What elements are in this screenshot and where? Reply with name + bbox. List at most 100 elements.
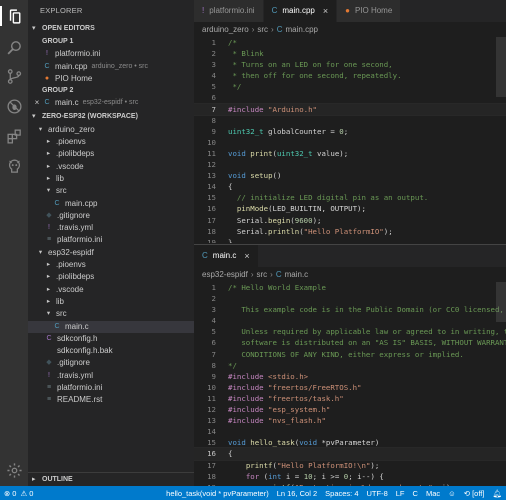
line-text: #include "freertos/task.h"	[218, 393, 344, 404]
code-line: 1 /*	[194, 37, 506, 48]
chevron-right-icon: ▸	[46, 150, 51, 158]
tree-item-label: .travis.yml	[57, 370, 93, 380]
editor-tab[interactable]: Cmain.cpp ×	[263, 0, 338, 22]
settings-gear-icon[interactable]	[4, 460, 24, 480]
files-icon[interactable]	[0, 6, 28, 26]
explorer-title: EXPLORER	[40, 6, 83, 15]
platform-mode[interactable]: Mac	[422, 486, 444, 500]
folder-item[interactable]: ▸ .pioenvs	[28, 136, 194, 148]
debug-icon[interactable]	[4, 96, 24, 116]
extensions-icon[interactable]	[4, 126, 24, 146]
close-icon[interactable]: ×	[244, 245, 249, 267]
code-token: void	[299, 438, 318, 448]
open-editors-header[interactable]: ▾ OPEN EDITORS	[28, 22, 194, 36]
file-item[interactable]: Cmain.c	[28, 320, 194, 333]
code-token: uint32_t	[276, 148, 313, 158]
code-line: 15 void hello_task(void *pvParameter)	[194, 437, 506, 448]
encoding[interactable]: UTF-8	[363, 486, 392, 500]
folder-item[interactable]: ▸ .vscode	[28, 161, 194, 173]
breadcrumb-file[interactable]: main.cpp	[286, 25, 318, 34]
code-token: /* Hello World Example	[228, 283, 326, 292]
scrollbar[interactable]	[496, 37, 506, 97]
file-item[interactable]: ≡ platformio.ini	[28, 234, 194, 246]
folder-item[interactable]: ▾ esp32-espidf	[28, 247, 194, 259]
file-item[interactable]: Cmain.cpp	[28, 198, 194, 210]
open-editor-item[interactable]: ! platformio.ini	[28, 48, 194, 60]
editor-tab[interactable]: ! platformio.ini	[194, 0, 264, 22]
code-token: begin	[268, 215, 291, 225]
platformio-icon[interactable]	[4, 156, 24, 176]
file-item[interactable]: ! .travis.yml	[28, 222, 194, 234]
folder-item[interactable]: ▾ arduino_zero	[28, 124, 194, 136]
file-item[interactable]: ◆ .gitignore	[28, 357, 194, 369]
problems-indicator[interactable]: ⊗ 0 ⚠ 0	[0, 486, 37, 500]
tree-item-label: .gitignore	[57, 210, 90, 220]
ini-file-icon: ≡	[46, 384, 52, 392]
folder-item[interactable]: ▸ lib	[28, 296, 194, 308]
folder-item[interactable]: ▸ .vscode	[28, 284, 194, 296]
folder-item[interactable]: ▾ src	[28, 185, 194, 197]
cursor-position[interactable]: Ln 16, Col 2	[273, 486, 321, 500]
tree-item-label: src	[56, 309, 67, 319]
breadcrumb-folder[interactable]: arduino_zero	[202, 25, 249, 34]
outline-label: OUTLINE	[42, 475, 73, 483]
language-mode[interactable]: C	[409, 486, 422, 500]
line-text: */	[218, 81, 241, 92]
code-editor[interactable]: 1 /* Hello World Example 2 3 This example c…	[194, 282, 506, 487]
workspace-header[interactable]: ▾ ZERO-ESP32 (WORKSPACE)	[28, 110, 194, 124]
outline-header[interactable]: ▸ OUTLINE	[28, 472, 194, 486]
indentation[interactable]: Spaces: 4	[321, 486, 362, 500]
code-token: );	[370, 460, 380, 470]
tab-main-c[interactable]: C main.c ×	[194, 245, 259, 267]
folder-item[interactable]: ▸ .pioenvs	[28, 259, 194, 271]
source-control-icon[interactable]	[4, 66, 24, 86]
folder-item[interactable]: ▾ src	[28, 308, 194, 320]
breadcrumb-file[interactable]: main.c	[285, 270, 309, 279]
error-count: 0	[12, 488, 17, 498]
open-editor-item[interactable]: Cmain.cpp arduino_zero • src	[28, 61, 194, 73]
smiley-icon[interactable]: ☺	[444, 486, 460, 500]
search-icon[interactable]	[4, 37, 24, 57]
close-icon[interactable]: ×	[32, 97, 42, 109]
breadcrumb-folder[interactable]: src	[256, 270, 267, 279]
git-file-icon: ◆	[46, 211, 52, 219]
code-token: "freertos/task.h"	[268, 393, 344, 403]
file-item[interactable]: ≡ platformio.ini	[28, 382, 194, 394]
close-icon[interactable]: ×	[323, 0, 328, 22]
file-item[interactable]: sdkconfig.h.bak	[28, 345, 194, 357]
folder-item[interactable]: ▸ .piolibdeps	[28, 271, 194, 283]
off-indicator[interactable]: ⟲ [off]	[460, 486, 489, 500]
folder-item[interactable]: ▸ lib	[28, 173, 194, 185]
file-item[interactable]: ◆ .gitignore	[28, 210, 194, 222]
chevron-down-icon: ▾	[46, 187, 51, 195]
file-item[interactable]: ! .travis.yml	[28, 370, 194, 382]
end-of-line[interactable]: LF	[392, 486, 409, 500]
tree-item-label: .piolibdeps	[56, 272, 95, 282]
file-item[interactable]: ≡ README.rst	[28, 394, 194, 406]
breadcrumb-folder[interactable]: src	[257, 25, 268, 34]
current-function[interactable]: hello_task(void * pvParameter)	[162, 486, 273, 500]
tree-item-label: .vscode	[56, 284, 84, 294]
file-item[interactable]: Csdkconfig.h	[28, 333, 194, 345]
breadcrumb-folder[interactable]: esp32-espidf	[202, 270, 248, 279]
open-editor-item[interactable]: × Cmain.c esp32-espidf • src	[28, 97, 194, 109]
code-editor[interactable]: 1/* 2 * Blink 3 * Turns on an LED on for o…	[194, 37, 506, 243]
open-editor-label: main.cpp	[55, 61, 88, 71]
line-text: for (int i = 10; i >= 0; i--) {	[218, 471, 384, 482]
code-token: 9600	[294, 215, 313, 225]
code-token: Serial.	[228, 226, 269, 236]
warning-icon: ⚠	[20, 488, 28, 498]
bell-icon[interactable]: 🔔︎	[488, 486, 506, 500]
folder-item[interactable]: ▸ .piolibdeps	[28, 148, 194, 160]
open-editor-item[interactable]: ● PIO Home	[28, 73, 194, 85]
code-line: 7 CONDITIONS OF ANY KIND, either express…	[194, 349, 506, 360]
scrollbar[interactable]	[496, 282, 506, 322]
line-text: void hello_task(void *pvParameter)	[218, 437, 379, 448]
editor-tab[interactable]: ● PIO Home	[337, 0, 402, 22]
c-file-icon: C	[271, 6, 278, 15]
ini-file-icon: ≡	[46, 236, 52, 244]
line-text: * Blink	[218, 48, 263, 59]
code-token: globalCounter =	[263, 126, 340, 136]
